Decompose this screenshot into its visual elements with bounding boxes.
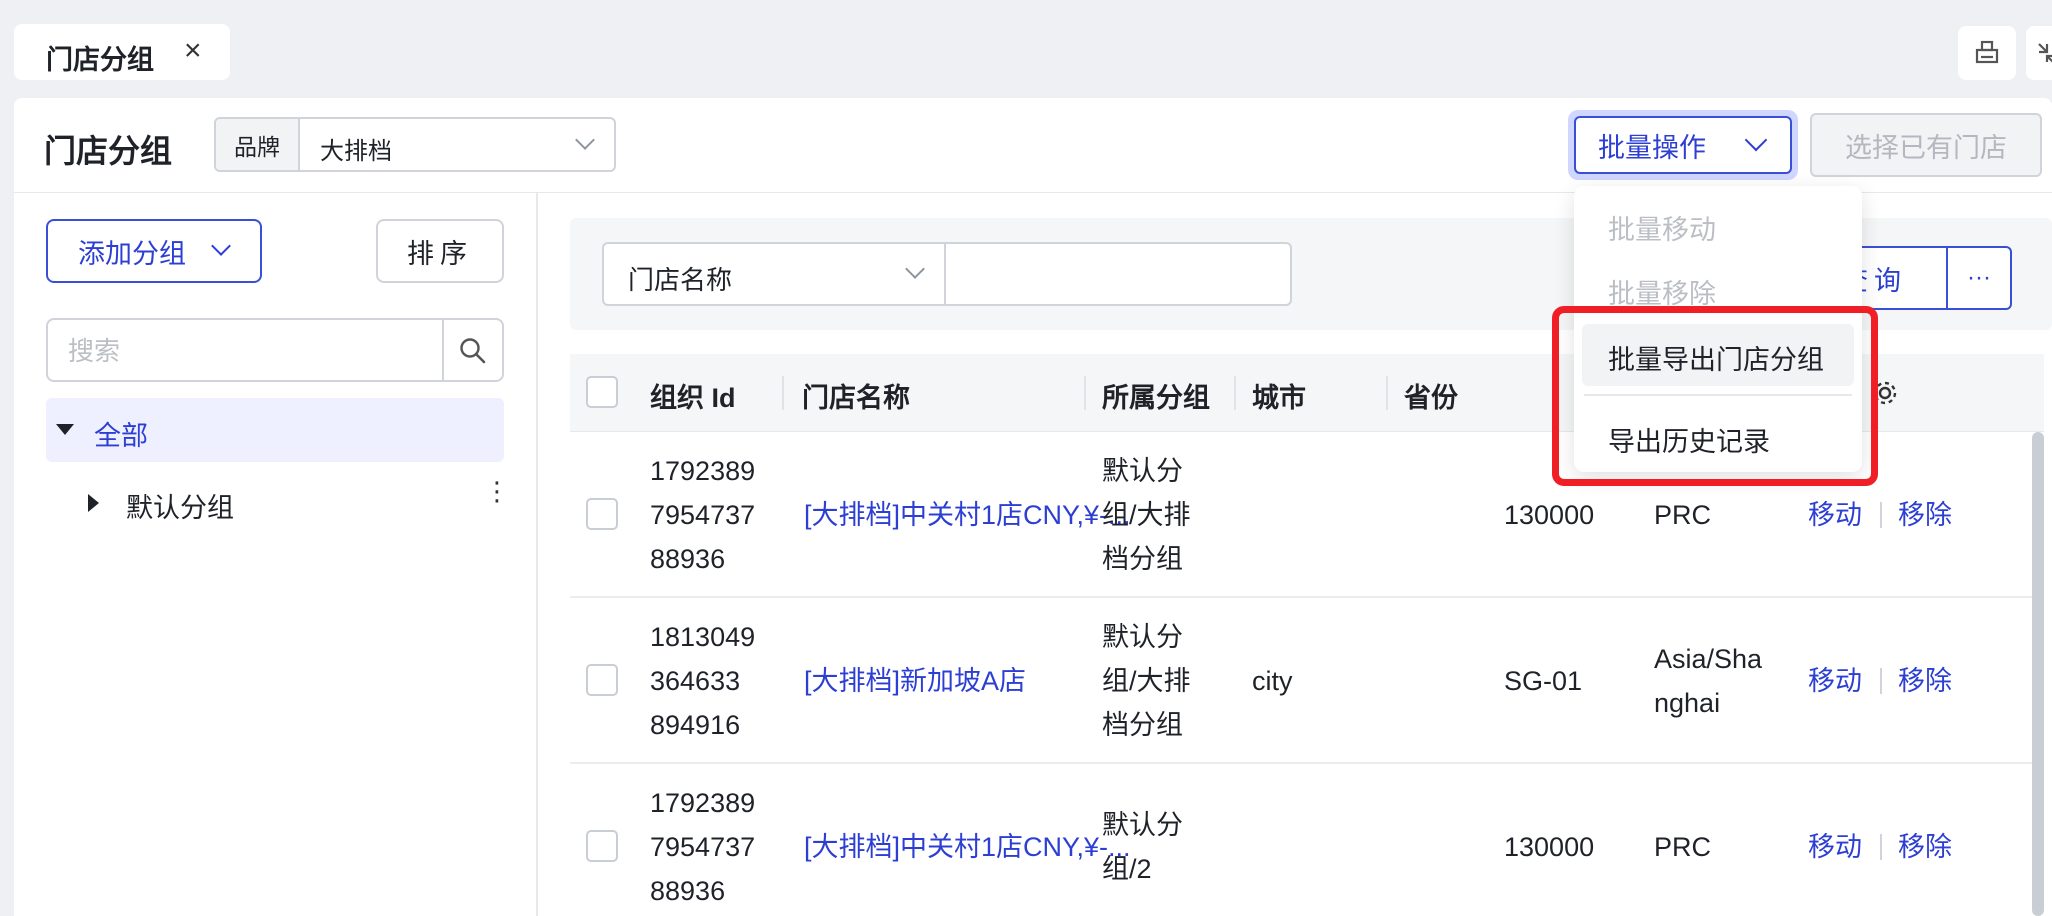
timezone-cell: Asia/Sha nghai [1654,644,1763,718]
chevron-down-icon [211,236,231,256]
sidebar-divider [536,193,538,916]
highlight-box [1552,306,1878,486]
add-group-label: 添加分组 [78,238,186,269]
filter-field-value: 门店名称 [628,265,733,295]
choose-existing-store-button[interactable]: 选择已有门店 [1810,113,2042,177]
fullscreen-button[interactable] [2026,26,2052,80]
row-checkbox[interactable] [586,830,618,862]
page-tab[interactable]: 门店分组 × [14,24,230,80]
store-name-link[interactable]: [大排档]中关村1店CNY,¥-... [804,825,1131,869]
menu-item-batch-move: 批量移动 [1608,215,1716,245]
group-cell: 默认分 组/大排 档分组 [1102,456,1191,574]
close-icon[interactable]: × [184,34,202,68]
batch-operation-label: 批量操作 [1598,132,1706,163]
chevron-down-icon [1744,128,1768,152]
filter-field-select[interactable]: 门店名称 [602,242,946,306]
search-separator [442,320,444,380]
remove-link[interactable]: 移除 [1898,659,1952,703]
org-id-cell: 1792389 7954737 88936 [650,456,756,574]
more-filter-button[interactable]: ··· [1946,246,2012,310]
caret-down-icon[interactable] [56,424,74,435]
more-vertical-icon[interactable]: ⋮ [484,478,510,504]
table-row: 1792389 7954737 88936 [大排档]中关村1店CNY,¥-... … [570,764,2044,916]
select-all-checkbox[interactable] [586,376,618,408]
search-box [46,318,504,382]
column-header-group: 所属分组 [1102,383,1210,413]
add-group-button[interactable]: 添加分组 [46,219,262,283]
print-icon [1975,40,1999,64]
page-tab-label: 门店分组 [46,45,154,75]
table-row: 1813049 364633 894916 [大排档]新加坡A店 默认分 组/大排 档分… [570,598,2044,764]
search-icon[interactable] [458,336,488,366]
move-link[interactable]: 移动 [1808,659,1862,703]
chevron-down-icon [575,130,595,150]
batch-operation-inner[interactable]: 批量操作 [1574,116,1792,174]
filter-value-input[interactable] [944,242,1292,306]
caret-right-icon[interactable] [88,494,99,512]
org-id-cell: 1813049 364633 894916 [650,622,756,740]
brand-select-value: 大排档 [320,138,392,165]
sort-button[interactable]: 排序 [376,219,504,283]
remove-link[interactable]: 移除 [1898,825,1952,869]
table-scrollbar[interactable] [2032,432,2044,916]
column-header-city: 城市 [1252,383,1306,413]
brand-select[interactable]: 品牌 大排档 [214,117,616,172]
fullscreen-icon [2038,43,2052,63]
remove-link[interactable]: 移除 [1898,493,1952,537]
tree-node-default-group[interactable]: 默认分组 [126,486,234,525]
batch-operation-button[interactable]: 批量操作 [1568,110,1798,180]
page-title: 门店分组 [44,133,173,169]
timezone-cell: PRC [1654,500,1712,530]
city-cell: city [1252,666,1293,696]
store-name-link[interactable]: [大排档]新加坡A店 [804,659,1026,703]
move-link[interactable]: 移动 [1808,493,1862,537]
timezone-cell: PRC [1654,832,1712,862]
row-checkbox[interactable] [586,664,618,696]
column-header-org-id: 组织 Id [650,383,736,413]
province-cell: 130000 [1504,832,1595,862]
search-input[interactable] [68,332,448,370]
column-header-store-name: 门店名称 [802,383,910,413]
group-cell: 默认分 组/2 [1102,810,1183,884]
tree-node-all-label: 全部 [94,421,148,451]
province-cell: SG-01 [1504,666,1583,696]
store-name-link[interactable]: [大排档]中关村1店CNY,¥-... [804,493,1131,537]
tree-node-all[interactable]: 全部 [46,398,504,462]
org-id-cell: 1792389 7954737 88936 [650,788,756,906]
group-cell: 默认分 组/大排 档分组 [1102,622,1191,740]
column-header-province: 省份 [1404,383,1458,413]
brand-tag: 品牌 [216,119,300,170]
province-cell: 130000 [1504,500,1595,530]
row-checkbox[interactable] [586,498,618,530]
print-button[interactable] [1958,26,2016,80]
chevron-down-icon [905,259,925,279]
move-link[interactable]: 移动 [1808,825,1862,869]
